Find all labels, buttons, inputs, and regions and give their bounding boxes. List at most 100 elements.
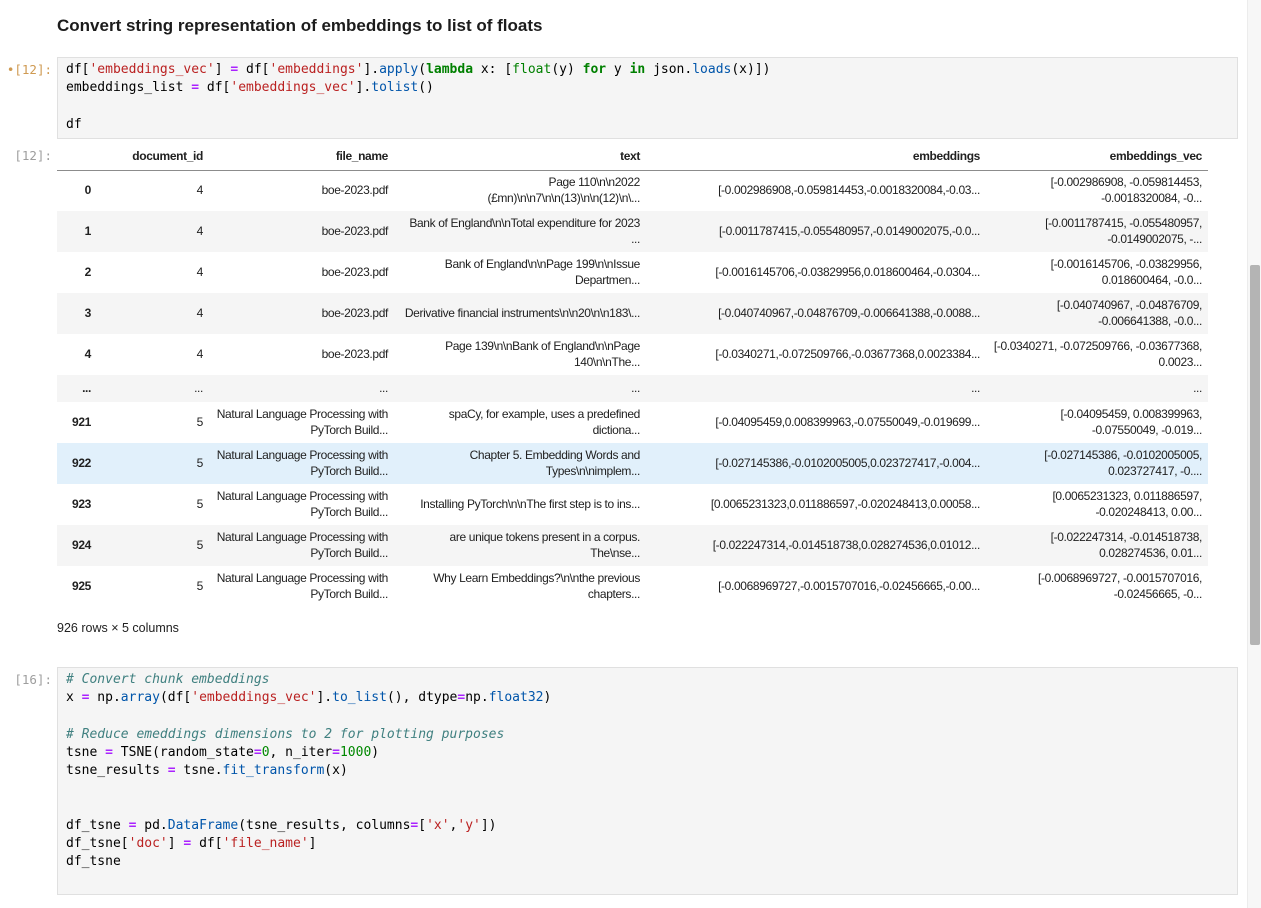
table-cell: Natural Language Processing with PyTorch… <box>209 402 394 443</box>
table-cell: Natural Language Processing with PyTorch… <box>209 525 394 566</box>
table-cell: ... <box>97 375 209 402</box>
column-header <box>57 145 97 170</box>
execution-count-input-16: [16]: <box>0 671 52 689</box>
table-cell: Natural Language Processing with PyTorch… <box>209 443 394 484</box>
code-line <box>66 97 1229 115</box>
column-header: document_id <box>97 145 209 170</box>
table-cell: [-0.0340271, -0.072509766, -0.03677368, … <box>986 334 1208 375</box>
table-cell: [-0.040740967, -0.04876709, -0.006641388… <box>986 293 1208 334</box>
table-cell: [-0.0068969727,-0.0015707016,-0.02456665… <box>646 566 986 607</box>
table-cell: [-0.0340271,-0.072509766,-0.03677368,0.0… <box>646 334 986 375</box>
table-cell: [-0.04095459, 0.008399963, -0.07550049, … <box>986 402 1208 443</box>
scrollbar-thumb[interactable] <box>1250 265 1260 645</box>
code-line: x = np.array(df['embeddings_vec'].to_lis… <box>66 689 1229 707</box>
table-cell: Bank of England\n\nTotal expenditure for… <box>394 211 646 252</box>
table-cell: 5 <box>97 525 209 566</box>
code-line: df_tsne = pd.DataFrame(tsne_results, col… <box>66 817 1229 835</box>
table-cell: 4 <box>97 293 209 334</box>
table-cell: boe-2023.pdf <box>209 170 394 211</box>
column-header: embeddings_vec <box>986 145 1208 170</box>
table-header-row: document_idfile_nametextembeddingsembedd… <box>57 145 1208 170</box>
table-cell: [-0.0068969727, -0.0015707016, -0.024566… <box>986 566 1208 607</box>
code-line <box>66 707 1229 725</box>
dataframe-dimensions: 926 rows × 5 columns <box>57 621 179 635</box>
table-cell: boe-2023.pdf <box>209 252 394 293</box>
dataframe-output: document_idfile_nametextembeddingsembedd… <box>57 145 1208 607</box>
dataframe-table: document_idfile_nametextembeddingsembedd… <box>57 145 1208 607</box>
code-line: # Convert chunk embeddings <box>66 671 1229 689</box>
code-line: tsne = TSNE(random_state=0, n_iter=1000) <box>66 744 1229 762</box>
table-cell: Page 139\n\nBank of England\n\nPage 140\… <box>394 334 646 375</box>
code-line: df_tsne <box>66 853 1229 871</box>
table-cell: [-0.022247314, -0.014518738, 0.028274536… <box>986 525 1208 566</box>
table-cell: [-0.040740967,-0.04876709,-0.006641388,-… <box>646 293 986 334</box>
table-cell: [0.0065231323, 0.011886597, -0.020248413… <box>986 484 1208 525</box>
table-cell: Page 110\n\n2022 (£mn)\n\n7\n\n(13)\n\n(… <box>394 170 646 211</box>
table-cell: Natural Language Processing with PyTorch… <box>209 484 394 525</box>
table-cell: Why Learn Embeddings?\n\nthe previous ch… <box>394 566 646 607</box>
table-cell: ... <box>646 375 986 402</box>
table-cell: boe-2023.pdf <box>209 293 394 334</box>
code-line: embeddings_list = df['embeddings_vec'].t… <box>66 79 1229 97</box>
table-row: 9245Natural Language Processing with PyT… <box>57 525 1208 566</box>
row-index: 921 <box>57 402 97 443</box>
execution-count-output-12: [12]: <box>0 147 52 165</box>
table-row: 9235Natural Language Processing with PyT… <box>57 484 1208 525</box>
row-index: 0 <box>57 170 97 211</box>
table-row: 24boe-2023.pdfBank of England\n\nPage 19… <box>57 252 1208 293</box>
table-cell: [0.0065231323,0.011886597,-0.020248413,0… <box>646 484 986 525</box>
table-row: 9255Natural Language Processing with PyT… <box>57 566 1208 607</box>
table-row: 34boe-2023.pdfDerivative financial instr… <box>57 293 1208 334</box>
table-cell: 5 <box>97 443 209 484</box>
table-row: 9215Natural Language Processing with PyT… <box>57 402 1208 443</box>
table-cell: ... <box>209 375 394 402</box>
table-cell: are unique tokens present in a corpus. T… <box>394 525 646 566</box>
table-cell: Natural Language Processing with PyTorch… <box>209 566 394 607</box>
table-cell: [-0.022247314,-0.014518738,0.028274536,0… <box>646 525 986 566</box>
table-cell: ... <box>986 375 1208 402</box>
code-cell-input-12[interactable]: df['embeddings_vec'] = df['embeddings'].… <box>57 57 1238 139</box>
code-line <box>66 798 1229 816</box>
table-cell: 5 <box>97 484 209 525</box>
column-header: embeddings <box>646 145 986 170</box>
table-cell: 5 <box>97 402 209 443</box>
table-cell: boe-2023.pdf <box>209 211 394 252</box>
row-index: ... <box>57 375 97 402</box>
table-cell: Derivative financial instruments\n\n20\n… <box>394 293 646 334</box>
table-cell: 4 <box>97 211 209 252</box>
table-cell: 5 <box>97 566 209 607</box>
table-cell: [-0.0016145706, -0.03829956, 0.018600464… <box>986 252 1208 293</box>
table-row: .................. <box>57 375 1208 402</box>
table-cell: ... <box>394 375 646 402</box>
row-index: 925 <box>57 566 97 607</box>
code-line: # Reduce emeddings dimensions to 2 for p… <box>66 726 1229 744</box>
scrollbar-track[interactable] <box>1247 0 1261 908</box>
table-cell: 4 <box>97 334 209 375</box>
table-cell: [-0.002986908,-0.059814453,-0.0018320084… <box>646 170 986 211</box>
table-cell: 4 <box>97 170 209 211</box>
table-row: 44boe-2023.pdfPage 139\n\nBank of Englan… <box>57 334 1208 375</box>
table-cell: 4 <box>97 252 209 293</box>
row-index: 2 <box>57 252 97 293</box>
code-line: df_tsne['doc'] = df['file_name'] <box>66 835 1229 853</box>
code-line: df <box>66 116 1229 134</box>
table-cell: Chapter 5. Embedding Words and Types\n\n… <box>394 443 646 484</box>
row-index: 1 <box>57 211 97 252</box>
table-row: 9225Natural Language Processing with PyT… <box>57 443 1208 484</box>
code-cell-input-16[interactable]: # Convert chunk embeddingsx = np.array(d… <box>57 667 1238 895</box>
table-cell: [-0.027145386,-0.0102005005,0.023727417,… <box>646 443 986 484</box>
code-line: tsne_results = tsne.fit_transform(x) <box>66 762 1229 780</box>
table-cell: [-0.002986908, -0.059814453, -0.00183200… <box>986 170 1208 211</box>
table-cell: boe-2023.pdf <box>209 334 394 375</box>
table-cell: Installing PyTorch\n\nThe first step is … <box>394 484 646 525</box>
table-cell: [-0.04095459,0.008399963,-0.07550049,-0.… <box>646 402 986 443</box>
table-row: 14boe-2023.pdfBank of England\n\nTotal e… <box>57 211 1208 252</box>
table-cell: Bank of England\n\nPage 199\n\nIssue Dep… <box>394 252 646 293</box>
column-header: text <box>394 145 646 170</box>
code-line <box>66 780 1229 798</box>
table-cell: [-0.0011787415,-0.055480957,-0.014900207… <box>646 211 986 252</box>
column-header: file_name <box>209 145 394 170</box>
table-cell: spaCy, for example, uses a predefined di… <box>394 402 646 443</box>
table-cell: [-0.0016145706,-0.03829956,0.018600464,-… <box>646 252 986 293</box>
table-cell: [-0.0011787415, -0.055480957, -0.0149002… <box>986 211 1208 252</box>
